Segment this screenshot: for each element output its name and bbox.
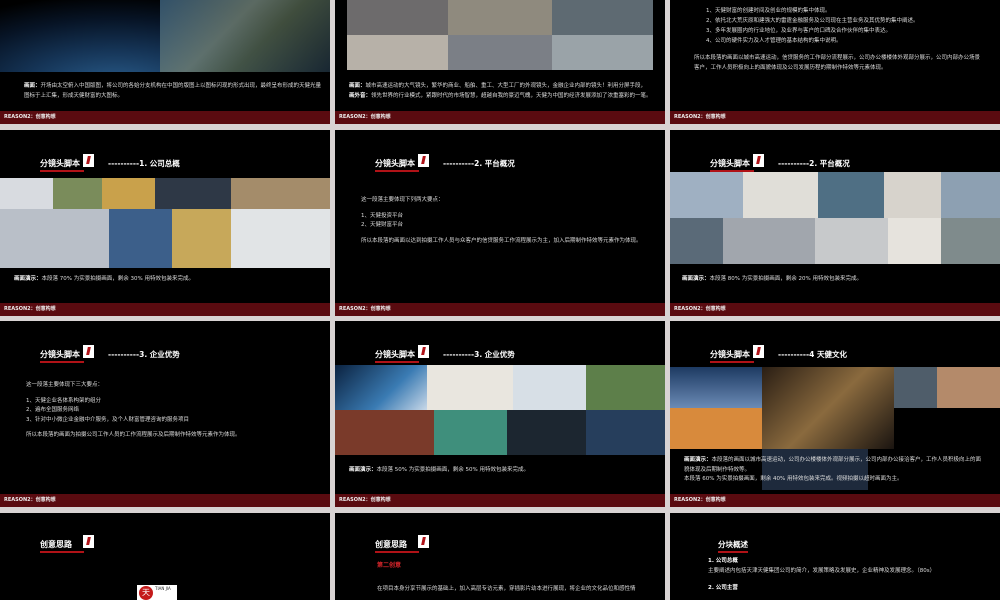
slide-r4-c2[interactable]: 创意思路 第二创意 在项目本身分享节展示的基础上，加入高层专访元素，穿插影片幼本… <box>335 513 665 600</box>
text-line: 3、针对中小微企业金融中介服务，及个人财富管理咨询的服务项目 <box>26 416 190 423</box>
text-line: 这一段落主要体现下三大要点： <box>26 382 104 388</box>
section-title: ----------3. 企业优势 <box>443 350 515 359</box>
slide-footer: REASON2：创意构想 <box>335 111 665 124</box>
logo-mark-icon <box>418 345 429 358</box>
text-line: 所以本段落的画面为拍摄公司工作人员的工作流程展示及后期制作特效等元素作为体现。 <box>26 432 241 438</box>
overview-heading: 1. 公司总概 <box>708 558 738 564</box>
slide-header: 分镜头脚本 ----------2. 平台概况 <box>670 154 1000 172</box>
slide-r2-c1[interactable]: 分镜头脚本 ----------1. 公司总概 画面演示：本段落 70% 为实景… <box>0 130 330 316</box>
text-line: 所以本段落的画面以达到拍摄工作人员与众客户的信贷服务工作流程展示为主，加入后期制… <box>361 237 642 244</box>
logo-mark-icon <box>83 154 94 167</box>
slide-r1-c1[interactable]: 画面：开场由太空俯入中国版图，将公司的各始分支机构在中国的版图上以图标闪现的形式… <box>0 0 330 124</box>
section-title: ----------2. 平台概况 <box>778 159 850 168</box>
slide-footer: REASON2：创意构想 <box>335 303 665 316</box>
slide-r2-c2[interactable]: 分镜头脚本 ----------2. 平台概况 这一段落主要体现下列两大要点： … <box>335 130 665 316</box>
caption-text: 本段落 80% 为实景拍摄画面，剩余 20% 用特效包装来完成。 <box>709 276 862 282</box>
list-item: 1、天健财富的创建时间及创业的规模的集中体现。 <box>706 8 831 14</box>
slide-header: 分镜头脚本 ----------3. 企业优势 <box>335 345 665 363</box>
slide-r2-c3[interactable]: 分镜头脚本 ----------2. 平台概况 画面演示：本段落 80% 为实景… <box>670 130 1000 316</box>
caption-label: 画面： <box>24 83 41 89</box>
caption-text: 城市高速运动的大气镜头，繁华的商业、船舶、重工、大型工厂的外观镜头，金融企业内部… <box>365 83 647 89</box>
slide-footer: REASON2：创意构想 <box>0 303 330 316</box>
slide-r4-c1[interactable]: 创意思路 天 TIAN JIA <box>0 513 330 600</box>
photo-collage <box>335 365 665 455</box>
caption-label: 画面演示： <box>349 467 377 473</box>
caption-text: 领先世界的行业模式，紧跟时代的市场智慧，超越自我的豪迈气魄，天健为中国的经济发展… <box>371 92 652 99</box>
header-title: 分镜头脚本 <box>40 159 84 172</box>
caption-label: 画面演示： <box>14 276 42 282</box>
photo-collage <box>0 178 330 268</box>
city-photo-strip <box>347 0 653 70</box>
logo-mark-icon <box>753 345 764 358</box>
slide-r3-c3[interactable]: 分镜头脚本 ----------4 天健文化 画面演示：本段落的画面以城市高速运… <box>670 321 1000 507</box>
section-title: ----------3. 企业优势 <box>108 350 180 359</box>
caption-text: 开场由太空俯入中国版图，将公司的各始分支机构在中国的版图上以图标闪现的形式出现，… <box>40 83 322 89</box>
logo-mark-icon <box>83 535 94 548</box>
caption-label: 画面： <box>349 83 366 89</box>
logo-mark-icon <box>753 154 764 167</box>
earth-image <box>0 0 330 72</box>
slide-footer: REASON2：创意构想 <box>0 494 330 507</box>
text-line: 在项目本身分享节展示的基础上，加入高层专访元素，穿插影片幼本进行展现，将企业的文… <box>377 586 636 592</box>
section-title: ----------2. 平台概况 <box>443 159 515 168</box>
slide-r4-c3[interactable]: 分块概述 1. 公司总概 主要阐述内包括天津天健集团公司的简介，发展策略及发展史… <box>670 513 1000 600</box>
slide-header: 创意思路 <box>335 535 665 553</box>
caption-label: 画面演示： <box>682 276 710 282</box>
slide-header: 分镜头脚本 ----------3. 企业优势 <box>0 345 330 363</box>
paragraph: 所以本段落的画面以城市高速运动，信贷服务的工作部分流程展示，公司办公楼楼体外观部… <box>694 55 981 61</box>
section-title: ----------1. 公司总概 <box>108 159 180 168</box>
overview-text: 主要阐述内包括天津天健集团公司的简介，发展策略及发展史，企业精神及发展理念。（8… <box>708 567 936 574</box>
slide-footer: REASON2：创意构想 <box>0 111 330 124</box>
logo-mark-icon <box>418 535 429 548</box>
text-line: 1、天健企业各体系构架的组分 <box>26 397 102 404</box>
slide-header: 创意思路 <box>0 535 330 553</box>
overview-title: 分块概述 <box>718 539 748 553</box>
header-title: 分镜头脚本 <box>375 350 419 363</box>
slide-r1-c2[interactable]: 画面：城市高速运动的大气镜头，繁华的商业、船舶、重工、大型工厂的外观镜头，金融企… <box>335 0 665 124</box>
slide-footer: REASON2：创意构想 <box>670 111 1000 124</box>
caption-text: 本段落的画面以城市高速运动，公司办公楼楼体外观部分展示，公司内部办公接洽客户，工… <box>711 457 982 463</box>
header-title: 分镜头脚本 <box>710 350 754 363</box>
slide-r1-c3[interactable]: 1、天健财富的创建时间及创业的规模的集中体现。 2、依托北大荒庆原和建强大的雷霆… <box>670 0 1000 124</box>
header-title: 分镜头脚本 <box>40 350 84 363</box>
list-item: 2、依托北大荒庆原和建强大的雷霆金融服务及公司现在主营业务及其优势的集中阐述。 <box>706 18 919 24</box>
slide-footer: REASON2：创意构想 <box>670 303 1000 316</box>
slide-r3-c2[interactable]: 分镜头脚本 ----------3. 企业优势 画面演示：本段落 50% 为实景… <box>335 321 665 507</box>
slide-header: 分镜头脚本 ----------4 天健文化 <box>670 345 1000 363</box>
header-title: 分镜头脚本 <box>710 159 754 172</box>
slide-footer: REASON2：创意构想 <box>670 494 1000 507</box>
logo-mark-icon <box>83 345 94 358</box>
idea-heading: 第二创意 <box>377 562 402 569</box>
caption-label: 画面演示： <box>684 457 712 463</box>
text-line: 1、天健投资平台 <box>361 212 403 219</box>
text-line: 2、遍布全国服务网络 <box>26 407 79 413</box>
slide-header: 分镜头脚本 ----------1. 公司总概 <box>0 154 330 172</box>
caption-label: 画外音： <box>349 92 372 99</box>
logo-text: TIAN JIA <box>155 586 171 591</box>
caption-text: 本段落 70% 为实景拍摄画面，剩余 30% 用特效包装来完成。 <box>41 276 194 282</box>
photo-collage <box>670 172 1000 264</box>
slide-header: 分镜头脚本 ----------2. 平台概况 <box>335 154 665 172</box>
caption-text: 本段落 60% 为实景拍摄画面，剩余 40% 用特效包装来完成。视频拍摄以超时画… <box>684 476 903 482</box>
header-title: 创意思路 <box>40 540 84 553</box>
overview-heading: 2. 公司主营 <box>708 585 738 591</box>
company-logo: 天 TIAN JIA <box>137 585 177 600</box>
list-item: 4、公司的硬件实力及人才管理的基本结构的集中说明。 <box>706 38 842 44</box>
caption-text: 本段落 50% 为实景拍摄画面，剩余 50% 用特效包装来完成。 <box>376 467 529 473</box>
caption-text: 貌体现及后期制作特效等。 <box>684 466 751 473</box>
header-title: 创意思路 <box>375 540 419 553</box>
text-line: 2、天健财富平台 <box>361 222 403 228</box>
section-title: ----------4 天健文化 <box>778 350 847 359</box>
paragraph: 客户，工作人员积极向上的面貌体现及公司发展历程的期制作特效等元素体现。 <box>694 65 887 71</box>
caption-text: 图标于上汇集，形成天健财富的大图标。 <box>24 92 124 99</box>
logo-mark-icon <box>418 154 429 167</box>
text-line: 这一段落主要体现下列两大要点： <box>361 197 444 203</box>
slide-footer: REASON2：创意构想 <box>335 494 665 507</box>
list-item: 3、多年发展圈内的行业地位，及业界与客户的口碑及合作伙伴的集中表达。 <box>706 28 892 34</box>
header-title: 分镜头脚本 <box>375 159 419 172</box>
slide-r3-c1[interactable]: 分镜头脚本 ----------3. 企业优势 这一段落主要体现下三大要点： 1… <box>0 321 330 507</box>
photo-collage <box>670 367 1000 490</box>
logo-glyph: 天 <box>139 586 153 600</box>
